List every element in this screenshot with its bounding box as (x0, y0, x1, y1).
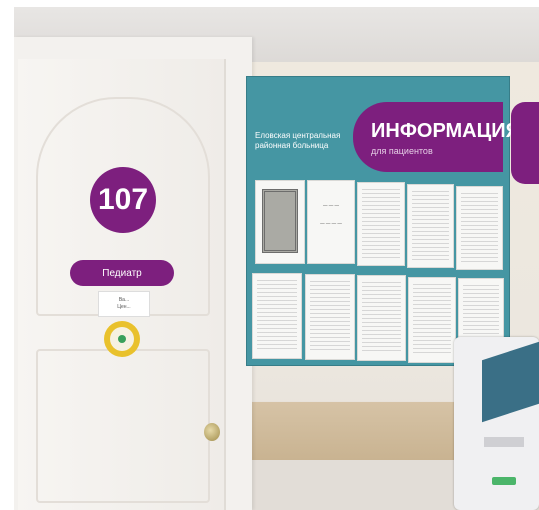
document (456, 186, 503, 270)
document (305, 274, 355, 360)
role-label-sign: Педиатр (70, 260, 174, 286)
photo: 107 Педиатр Ва... Цен... Еловская центра… (14, 7, 539, 510)
kiosk-button (484, 437, 524, 447)
office-door: 107 Педиатр Ва... Цен... (18, 59, 226, 510)
board-header: Еловская центральная районная больница И… (247, 77, 520, 173)
document-certificate (255, 180, 305, 264)
document-poster: — — — — — — — (307, 180, 355, 264)
info-banner: ИНФОРМАЦИЯ для пациентов (353, 102, 520, 172)
document (252, 273, 302, 359)
paper-note-line-2: Цен... (117, 304, 131, 310)
adjacent-sign (511, 102, 539, 184)
document (357, 182, 405, 266)
org-name: Еловская центральная районная больница (255, 131, 341, 150)
paper-note-line-1: Ва... (118, 297, 130, 303)
banner-title: ИНФОРМАЦИЯ (371, 120, 520, 142)
room-number-sign: 107 (90, 167, 156, 233)
banner-subtitle: для пациентов (371, 146, 433, 156)
document (357, 275, 406, 361)
document (408, 277, 456, 363)
info-board: Еловская центральная районная больница И… (246, 76, 520, 366)
info-kiosk (454, 337, 539, 510)
round-sticker (104, 321, 140, 357)
document (407, 184, 454, 268)
kiosk-slot (492, 477, 516, 485)
door-panel-bottom (36, 349, 210, 503)
paper-note: Ва... Цен... (98, 291, 150, 317)
door-handle (204, 423, 220, 441)
